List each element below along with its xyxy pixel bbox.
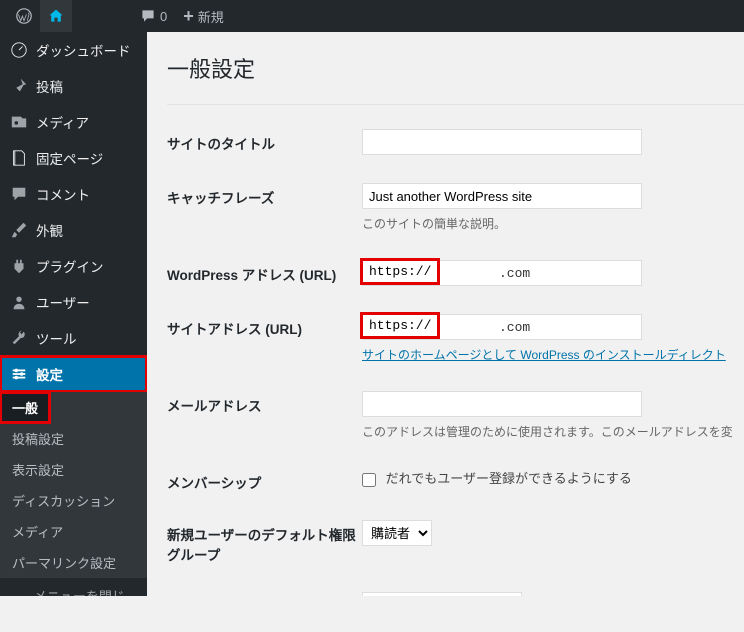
admin-sidebar: ダッシュボード 投稿 メディア 固定ページ コメント 外観 プラグイン [0, 32, 147, 596]
sidebar-label: メディア [36, 112, 89, 132]
submenu-item-general[interactable]: 一般 [0, 392, 50, 423]
sidebar-label: 設定 [36, 364, 63, 384]
wordpress-icon [16, 8, 32, 24]
settings-icon [10, 365, 28, 383]
new-label: 新規 [198, 7, 224, 26]
sidebar-item-plugins[interactable]: プラグイン [0, 248, 147, 284]
page-icon [10, 149, 28, 167]
wp-url-label: WordPress アドレス (URL) [167, 260, 362, 284]
sidebar-item-comments[interactable]: コメント [0, 176, 147, 212]
brush-icon [10, 221, 28, 239]
tools-icon [10, 329, 28, 347]
membership-label: メンバーシップ [167, 468, 362, 492]
sidebar-label: ユーザー [36, 292, 90, 312]
sidebar-label: コメント [36, 184, 90, 204]
sidebar-label: プラグイン [36, 256, 104, 276]
site-url-prefix: https:// [360, 312, 440, 339]
site-url-input[interactable]: https:// .com [362, 314, 642, 340]
main-content: 一般設定 サイトのタイトル キャッチフレーズ このサイトの簡単な説明。 Word… [147, 32, 744, 596]
new-content-button[interactable]: + 新規 [175, 0, 232, 32]
collapse-label: メニューを閉じる [34, 586, 137, 624]
sidebar-label: 固定ページ [36, 148, 103, 168]
wp-url-prefix: https:// [360, 258, 440, 285]
submenu-item-reading[interactable]: 表示設定 [0, 454, 147, 485]
wp-url-suffix: .com [499, 266, 530, 281]
comments-indicator[interactable]: 0 [132, 0, 175, 32]
collapse-icon [10, 597, 26, 613]
sidebar-label: ダッシュボード [36, 40, 131, 60]
site-url-suffix: .com [499, 320, 530, 335]
language-label: サイトの言語 [167, 592, 362, 596]
wp-logo-button[interactable] [8, 0, 40, 32]
tagline-input[interactable] [362, 183, 642, 209]
email-description: このアドレスは管理のために使用されます。このメールアドレスを変 [362, 423, 744, 440]
media-icon [10, 113, 28, 131]
comment-icon [140, 8, 156, 24]
site-title-input[interactable] [362, 129, 642, 155]
sidebar-label: 投稿 [36, 76, 63, 96]
sidebar-label: ツール [36, 328, 77, 348]
sidebar-item-dashboard[interactable]: ダッシュボード [0, 32, 147, 68]
sidebar-item-users[interactable]: ユーザー [0, 284, 147, 320]
pin-icon [10, 77, 28, 95]
email-input[interactable] [362, 391, 642, 417]
membership-checkbox-label[interactable]: だれでもユーザー登録ができるようにする [362, 471, 632, 486]
site-url-help-link[interactable]: サイトのホームページとして WordPress のインストールディレクト [362, 348, 726, 362]
submenu-item-permalink[interactable]: パーマリンク設定 [0, 547, 147, 578]
plugin-icon [10, 257, 28, 275]
tagline-description: このサイトの簡単な説明。 [362, 215, 744, 232]
settings-submenu: 一般 投稿設定 表示設定 ディスカッション メディア パーマリンク設定 [0, 392, 147, 578]
language-select[interactable]: 日本語 [362, 592, 522, 596]
page-title: 一般設定 [167, 42, 744, 105]
admin-toolbar: 0 + 新規 [0, 0, 744, 32]
default-role-select[interactable]: 購読者 [362, 520, 432, 546]
home-icon [48, 8, 64, 24]
sidebar-item-tools[interactable]: ツール [0, 320, 147, 356]
sidebar-item-media[interactable]: メディア [0, 104, 147, 140]
sidebar-item-pages[interactable]: 固定ページ [0, 140, 147, 176]
comment-icon [10, 185, 28, 203]
plus-icon: + [183, 6, 194, 27]
default-role-label: 新規ユーザーのデフォルト権限グループ [167, 520, 362, 564]
sidebar-item-posts[interactable]: 投稿 [0, 68, 147, 104]
site-name-placeholder[interactable] [72, 0, 132, 32]
membership-checkbox[interactable] [362, 473, 376, 487]
site-home-button[interactable] [40, 0, 72, 32]
email-label: メールアドレス [167, 391, 362, 415]
site-title-label: サイトのタイトル [167, 129, 362, 153]
sidebar-item-appearance[interactable]: 外観 [0, 212, 147, 248]
site-url-label: サイトアドレス (URL) [167, 314, 362, 338]
collapse-menu-button[interactable]: メニューを閉じる [0, 578, 147, 632]
dashboard-icon [10, 41, 28, 59]
user-icon [10, 293, 28, 311]
submenu-item-writing[interactable]: 投稿設定 [0, 423, 147, 454]
sidebar-item-settings[interactable]: 設定 [0, 356, 147, 392]
submenu-item-media[interactable]: メディア [0, 516, 147, 547]
tagline-label: キャッチフレーズ [167, 183, 362, 207]
sidebar-label: 外観 [36, 220, 63, 240]
comments-count: 0 [160, 9, 167, 24]
wp-url-input[interactable]: https:// .com [362, 260, 642, 286]
submenu-item-discussion[interactable]: ディスカッション [0, 485, 147, 516]
